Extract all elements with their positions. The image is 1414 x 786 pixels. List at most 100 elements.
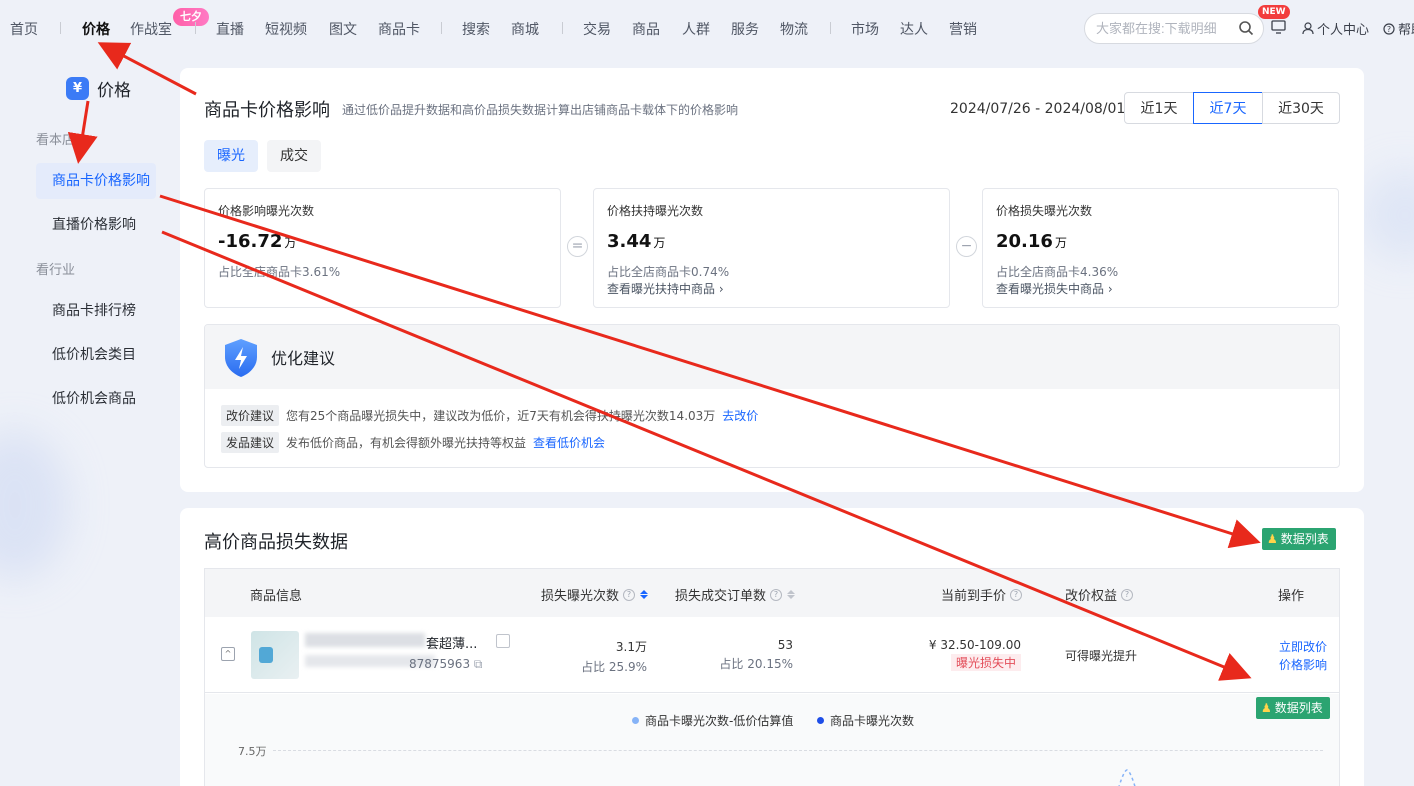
nav-product-card[interactable]: 商品卡 — [378, 19, 420, 39]
advice-text: 您有25个商品曝光损失中，建议改为低价，近7天有机会得扶持曝光次数14.03万 — [286, 409, 716, 423]
help-label: 帮助 — [1398, 23, 1414, 38]
nav-separator — [441, 22, 442, 34]
status-badge: 曝光损失中 — [950, 654, 1021, 671]
table-header: 商品信息 损失曝光次数? 损失成交订单数? 当前到手价? 改价权益? 操作 — [205, 569, 1339, 617]
legend-item-exposure[interactable]: 商品卡曝光次数 — [817, 712, 914, 729]
sort-icon[interactable] — [640, 590, 649, 599]
trend-chart: 商品卡曝光次数-低价估算值 商品卡曝光次数 7.5万 ♟ 数据列表 — [205, 694, 1339, 786]
metric-value: 3.44 万 — [607, 231, 666, 252]
benefit-cell: 可得曝光提升 — [1065, 649, 1138, 663]
view-supported-products-link[interactable]: 查看曝光扶持中商品 › — [607, 280, 724, 297]
range-1-day-button[interactable]: 近1天 — [1124, 92, 1194, 124]
col-lost-orders[interactable]: 损失成交订单数? — [675, 585, 796, 604]
card-description: 通过低价品提升数据和高价品损失数据计算出店铺商品卡载体下的价格影响 — [342, 103, 739, 117]
change-price-now-link[interactable]: 立即改价 — [1269, 638, 1327, 656]
col-lost-exposure[interactable]: 损失曝光次数? — [541, 585, 649, 604]
metric-price-impact-exposure: 价格影响曝光次数 -16.72 万 占比全店商品卡3.61% — [204, 188, 561, 308]
col-price-benefit: 改价权益? — [1065, 585, 1134, 604]
data-list-label: 数据列表 — [1280, 532, 1329, 546]
nav-live[interactable]: 直播 — [216, 19, 244, 39]
nav-trade[interactable]: 交易 — [583, 19, 611, 39]
nav-separator — [60, 22, 61, 34]
nav-image-text[interactable]: 图文 — [329, 19, 357, 39]
nav-logistics[interactable]: 物流 — [780, 19, 808, 39]
col-current-price: 当前到手价? — [941, 585, 1023, 604]
date-range: 2024/07/26 - 2024/08/01 — [950, 101, 1126, 117]
sidebar-item-product-card-ranking[interactable]: 商品卡排行榜 — [36, 293, 156, 329]
nav-talent[interactable]: 达人 — [900, 19, 928, 39]
nav-service[interactable]: 服务 — [731, 19, 759, 39]
sidebar-group-own-store: 看本店 — [36, 133, 76, 148]
range-7-day-button[interactable]: 近7天 — [1193, 92, 1263, 124]
price-impact-card: 商品卡价格影响 通过低价品提升数据和高价品损失数据计算出店铺商品卡载体下的价格影… — [180, 68, 1364, 492]
tab-deal[interactable]: 成交 — [267, 140, 321, 172]
table-row: ^ 套超薄... 87875963 ⧉ 3.1万 占比 25.9% 53 占比 … — [205, 617, 1339, 693]
nav-market[interactable]: 市场 — [851, 19, 879, 39]
monitor-icon[interactable] — [1271, 20, 1286, 34]
help-icon[interactable]: ? — [770, 588, 783, 601]
legend-dot — [632, 717, 639, 724]
metric-label: 价格损失曝光次数 — [996, 204, 1093, 218]
nav-price[interactable]: 价格 — [82, 19, 110, 39]
legend-item-low-price-estimate[interactable]: 商品卡曝光次数-低价估算值 — [632, 712, 793, 729]
sort-icon[interactable] — [787, 590, 796, 599]
nav-home[interactable]: 首页 — [10, 19, 38, 39]
nav-goods[interactable]: 商品 — [632, 19, 660, 39]
sidebar-brand-title: 价格 — [97, 81, 131, 101]
search-box[interactable] — [1084, 13, 1264, 44]
sidebar-item-low-price-products[interactable]: 低价机会商品 — [36, 381, 156, 417]
sidebar-item-low-price-category[interactable]: 低价机会类目 — [36, 337, 156, 373]
price-change-advice: 改价建议 您有25个商品曝光损失中，建议改为低价，近7天有机会得扶持曝光次数14… — [221, 405, 758, 426]
metric-price-loss-exposure: 价格损失曝光次数 20.16 万 占比全店商品卡4.36% 查看曝光损失中商品 › — [982, 188, 1339, 308]
go-change-price-link[interactable]: 去改价 — [722, 407, 758, 424]
nav-marketing[interactable]: 营销 — [949, 19, 977, 39]
nav-war-room[interactable]: 作战室 — [130, 19, 172, 39]
price-impact-link[interactable]: 价格影响 — [1269, 656, 1327, 674]
qixi-badge: 七夕 — [173, 8, 209, 26]
help-icon[interactable]: ? — [1121, 588, 1134, 601]
optimization-advice: 优化建议 改价建议 您有25个商品曝光损失中，建议改为低价，近7天有机会得扶持曝… — [204, 324, 1340, 468]
metric-label: 价格扶持曝光次数 — [607, 204, 704, 218]
nav-short-video[interactable]: 短视频 — [265, 19, 307, 39]
tab-exposure[interactable]: 曝光 — [204, 140, 258, 172]
view-low-price-opportunity-link[interactable]: 查看低价机会 — [533, 434, 605, 451]
metric-label: 价格影响曝光次数 — [218, 204, 315, 218]
advice-title: 优化建议 — [271, 349, 336, 368]
search-icon[interactable] — [1238, 20, 1254, 36]
qrcode-icon[interactable] — [496, 634, 510, 648]
nav-search[interactable]: 搜索 — [462, 19, 490, 39]
advice-text: 发布低价商品，有机会得额外曝光扶持等权益 — [286, 436, 527, 450]
equals-icon: = — [567, 236, 588, 257]
sidebar-item-product-card-price-impact[interactable]: 商品卡价格影响 — [36, 163, 156, 199]
copy-icon[interactable]: ⧉ — [474, 657, 483, 671]
grid-line — [273, 750, 1323, 751]
sidebar-item-live-price-impact[interactable]: 直播价格影响 — [36, 207, 156, 243]
redacted-text — [305, 633, 425, 647]
metric-value: 20.16 万 — [996, 231, 1067, 252]
data-list-button[interactable]: ♟ 数据列表 — [1262, 528, 1336, 550]
help-link[interactable]: ? 帮助 — [1383, 19, 1414, 38]
range-30-day-button[interactable]: 近30天 — [1262, 92, 1340, 124]
collapse-icon[interactable]: ^ — [221, 647, 235, 661]
help-icon[interactable]: ? — [1010, 588, 1023, 601]
search-input[interactable] — [1096, 21, 1236, 36]
publish-advice: 发品建议 发布低价商品，有机会得额外曝光扶持等权益 查看低价机会 — [221, 432, 605, 453]
sidebar: ¥ 价格 看本店 商品卡价格影响 直播价格影响 看行业 商品卡排行榜 低价机会类… — [0, 58, 170, 786]
metric-share: 占比全店商品卡0.74% — [607, 265, 730, 279]
user-icon — [1302, 22, 1314, 35]
view-loss-products-link[interactable]: 查看曝光损失中商品 › — [996, 280, 1113, 297]
product-name[interactable]: 套超薄... — [426, 633, 477, 652]
background-decoration — [1360, 170, 1414, 260]
lost-orders-cell: 53 占比 20.15% — [719, 638, 793, 671]
nav-mall[interactable]: 商城 — [511, 19, 539, 39]
nav-crowd[interactable]: 人群 — [682, 19, 710, 39]
data-list-label: 数据列表 — [1274, 701, 1323, 715]
svg-text:?: ? — [1387, 25, 1391, 34]
data-list-button[interactable]: ♟ 数据列表 — [1256, 697, 1330, 719]
personal-center-link[interactable]: 个人中心 — [1302, 19, 1369, 38]
product-id: 87875963 ⧉ — [409, 657, 483, 671]
help-icon[interactable]: ? — [623, 588, 636, 601]
advice-header: 优化建议 — [205, 325, 1339, 389]
high-price-loss-card: 高价商品损失数据 ♟ 数据列表 商品信息 损失曝光次数? 损失成交订单数? 当前… — [180, 508, 1364, 786]
loss-data-table: 商品信息 损失曝光次数? 损失成交订单数? 当前到手价? 改价权益? 操作 ^ … — [204, 568, 1340, 786]
